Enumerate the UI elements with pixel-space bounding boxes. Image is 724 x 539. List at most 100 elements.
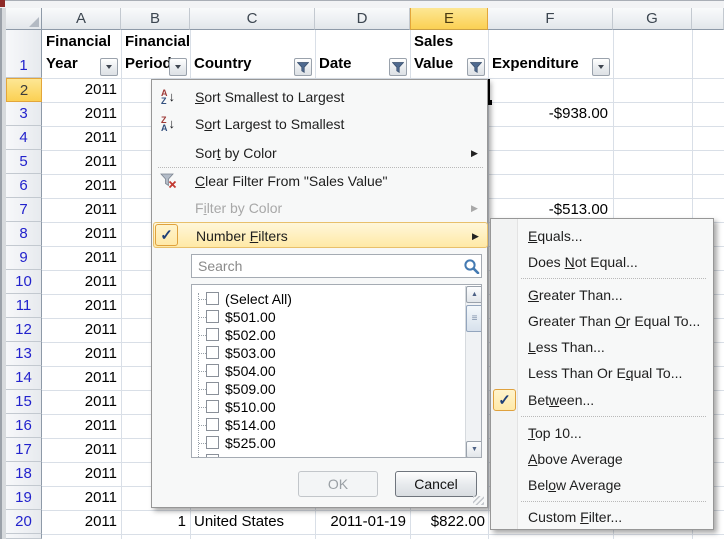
submenu-item-equals[interactable]: Equals...: [492, 223, 713, 249]
cell-A11[interactable]: 2011: [42, 294, 117, 318]
filter-value-item[interactable]: (Select All): [194, 290, 463, 308]
row-header-5[interactable]: 5: [6, 150, 42, 174]
row-header-2[interactable]: 2: [6, 78, 42, 102]
column-header-e[interactable]: E: [410, 8, 488, 30]
filter-value-item[interactable]: $509.00: [194, 380, 463, 398]
column-header-g[interactable]: G: [613, 8, 692, 30]
cell-A4[interactable]: 2011: [42, 126, 117, 150]
cell-D20[interactable]: 2011-01-19: [315, 510, 406, 534]
submenu-item-less-than[interactable]: Less Than...: [492, 334, 713, 360]
row-header-14[interactable]: 14: [6, 366, 42, 390]
cell-A13[interactable]: 2011: [42, 342, 117, 366]
row-header-17[interactable]: 17: [6, 438, 42, 462]
menu-item-sort-by-color[interactable]: Sort by Color▶: [153, 140, 488, 166]
value-checkbox[interactable]: [206, 364, 219, 377]
value-checkbox[interactable]: [206, 382, 219, 395]
cell-A10[interactable]: 2011: [42, 270, 117, 294]
row-header-6[interactable]: 6: [6, 174, 42, 198]
value-checkbox[interactable]: [206, 418, 219, 431]
filter-value-item[interactable]: $525.00: [194, 434, 463, 452]
filter-search-input[interactable]: [191, 254, 482, 278]
row-header-4[interactable]: 4: [6, 126, 42, 150]
filter-applied-button-date[interactable]: [389, 58, 407, 76]
filter-applied-button-sales-value[interactable]: [467, 58, 485, 76]
submenu-item-top-10[interactable]: Top 10...: [492, 420, 713, 446]
cell-A3[interactable]: 2011: [42, 102, 117, 126]
row-header-11[interactable]: 11: [6, 294, 42, 318]
row-header-18[interactable]: 18: [6, 462, 42, 486]
column-header-a[interactable]: A: [42, 8, 121, 30]
column-header-b[interactable]: B: [121, 8, 190, 30]
ok-button[interactable]: OK: [298, 471, 378, 497]
value-checkbox[interactable]: [206, 400, 219, 413]
menu-item-filter-by-color[interactable]: Filter by Color▶: [153, 195, 488, 221]
menu-item-sort-smallest-to-largest[interactable]: AZ↓Sort Smallest to Largest: [153, 84, 488, 110]
cell-A7[interactable]: 2011: [42, 198, 117, 222]
row-header-12[interactable]: 12: [6, 318, 42, 342]
filter-value-item[interactable]: $501.00: [194, 308, 463, 326]
filter-dropdown-button-expenditure[interactable]: [592, 58, 610, 76]
cell-A12[interactable]: 2011: [42, 318, 117, 342]
cell-A19[interactable]: 2011: [42, 486, 117, 510]
menu-resize-grip[interactable]: [473, 496, 484, 505]
cell-C20[interactable]: United States: [194, 510, 312, 534]
menu-item-clear-filter-from-sales-value[interactable]: Clear Filter From "Sales Value": [153, 168, 488, 194]
value-checkbox[interactable]: [206, 328, 219, 341]
cell-A9[interactable]: 2011: [42, 246, 117, 270]
row-header-15[interactable]: 15: [6, 390, 42, 414]
row-header-7[interactable]: 7: [6, 198, 42, 222]
column-header-d[interactable]: D: [315, 8, 410, 30]
select-all-corner[interactable]: [6, 8, 42, 30]
row-header-8[interactable]: 8: [6, 222, 42, 246]
menu-item-number-filters[interactable]: ✓Number Filters▶: [153, 222, 488, 248]
scrollbar-down-button[interactable]: ▼: [466, 441, 482, 458]
submenu-item-less-than-or-equal-to[interactable]: Less Than Or Equal To...: [492, 360, 713, 386]
row-header-20[interactable]: 20: [6, 510, 42, 534]
submenu-item-custom-filter[interactable]: Custom Filter...: [492, 504, 713, 530]
submenu-item-greater-than-or-equal-to[interactable]: Greater Than Or Equal To...: [492, 308, 713, 334]
submenu-item-above-average[interactable]: Above Average: [492, 446, 713, 472]
cell-A15[interactable]: 2011: [42, 390, 117, 414]
row-header-16[interactable]: 16: [6, 414, 42, 438]
filter-applied-button-country[interactable]: [294, 58, 312, 76]
value-checkbox[interactable]: [206, 310, 219, 323]
filter-dropdown-button-financial-year[interactable]: [100, 58, 118, 76]
value-checkbox[interactable]: [206, 436, 219, 449]
cell-A20[interactable]: 2011: [42, 510, 117, 534]
cancel-button[interactable]: Cancel: [395, 471, 477, 497]
scrollbar-track[interactable]: ▲ ≡ ▼: [465, 286, 482, 458]
cell-A14[interactable]: 2011: [42, 366, 117, 390]
row-header-19[interactable]: 19: [6, 486, 42, 510]
value-checkbox[interactable]: [206, 292, 219, 305]
cell-A6[interactable]: 2011: [42, 174, 117, 198]
cell-A8[interactable]: 2011: [42, 222, 117, 246]
row-header-3[interactable]: 3: [6, 102, 42, 126]
cell-A16[interactable]: 2011: [42, 414, 117, 438]
row-header-13[interactable]: 13: [6, 342, 42, 366]
submenu-item-does-not-equal[interactable]: Does Not Equal...: [492, 249, 713, 275]
cell-E20[interactable]: $822.00: [410, 510, 485, 534]
cell-A5[interactable]: 2011: [42, 150, 117, 174]
menu-item-sort-largest-to-smallest[interactable]: ZA↓Sort Largest to Smallest: [153, 111, 488, 137]
cell-F3[interactable]: -$938.00: [488, 102, 608, 126]
filter-value-item[interactable]: $510.00: [194, 398, 463, 416]
filter-value-item[interactable]: $502.00: [194, 326, 463, 344]
cell-B20[interactable]: 1: [121, 510, 186, 534]
filter-dropdown-button-financial-period[interactable]: [169, 58, 187, 76]
scrollbar-up-button[interactable]: ▲: [466, 286, 482, 303]
value-checkbox[interactable]: [206, 346, 219, 359]
cell-A17[interactable]: 2011: [42, 438, 117, 462]
cell-A18[interactable]: 2011: [42, 462, 117, 486]
submenu-item-below-average[interactable]: Below Average: [492, 472, 713, 498]
filter-value-item[interactable]: $514.00: [194, 416, 463, 434]
filter-value-item[interactable]: $503.00: [194, 344, 463, 362]
submenu-item-greater-than[interactable]: Greater Than...: [492, 282, 713, 308]
scrollbar-thumb[interactable]: ≡: [466, 305, 482, 332]
column-header-f[interactable]: F: [488, 8, 613, 30]
row-header-1[interactable]: 1: [6, 30, 42, 78]
column-header-overflow[interactable]: [692, 8, 724, 30]
filter-value-item[interactable]: $504.00: [194, 362, 463, 380]
row-header-9[interactable]: 9: [6, 246, 42, 270]
cell-A2[interactable]: 2011: [42, 78, 117, 102]
column-header-c[interactable]: C: [190, 8, 315, 30]
